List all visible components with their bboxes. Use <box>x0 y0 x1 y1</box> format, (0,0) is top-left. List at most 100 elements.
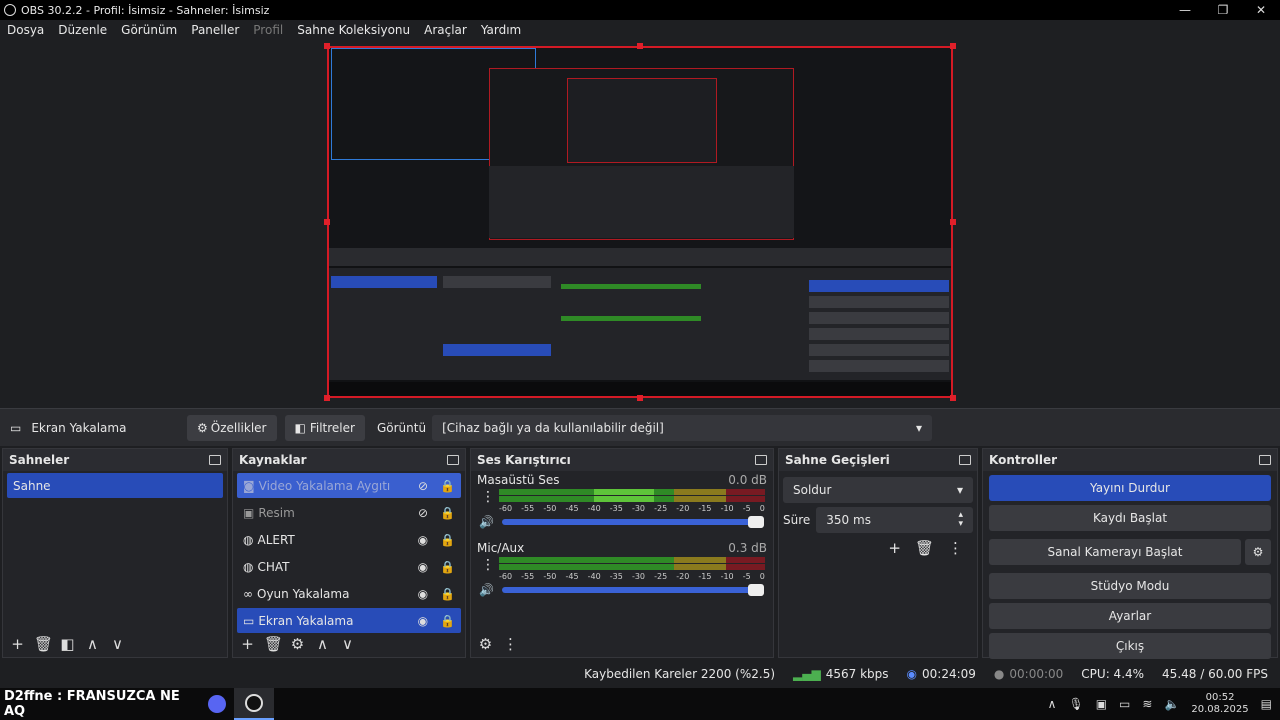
taskbar: D2ffne : FRANSUZCA NE AQ ∧ 🎙 ▣ ▭ ≋ 🔈 00:… <box>0 688 1280 720</box>
screen-icon[interactable]: ▣ <box>1096 697 1107 711</box>
trash-icon[interactable]: 🗑 <box>264 635 283 653</box>
studio-mode-button[interactable]: Stüdyo Modu <box>989 573 1271 599</box>
source-item[interactable]: ▣ Resim ⊘ 🔒 <box>237 500 461 525</box>
volume-meter: -60 -55 -50 -45 -40 -35 -30 -25 -20 -15 -10 -5 0 <box>499 557 765 581</box>
kebab-menu-icon[interactable]: ⋮ <box>502 635 519 653</box>
battery-icon[interactable]: ▭ <box>1119 697 1130 711</box>
volume-slider[interactable] <box>501 584 764 596</box>
lock-icon[interactable]: 🔒 <box>440 587 455 601</box>
kebab-menu-icon[interactable]: ⋮ <box>477 489 499 505</box>
undock-icon[interactable] <box>209 455 221 465</box>
maximize-button[interactable]: ❐ <box>1204 0 1242 20</box>
display-label: Görüntü <box>376 420 427 435</box>
source-item[interactable]: ◍ ALERT ◉ 🔒 <box>237 527 461 552</box>
exit-button[interactable]: Çıkış <box>989 633 1271 659</box>
settings-button[interactable]: Ayarlar <box>989 603 1271 629</box>
menu-yardim[interactable]: Yardım <box>481 23 521 37</box>
obs-taskbar-icon[interactable] <box>234 688 274 720</box>
close-button[interactable]: ✕ <box>1242 0 1280 20</box>
eye-hidden-icon[interactable]: ⊘ <box>418 506 428 520</box>
undock-icon[interactable] <box>447 455 459 465</box>
channel-level: 0.0 dB <box>728 473 767 487</box>
volume-icon[interactable]: 🔈 <box>1164 697 1179 711</box>
undock-icon[interactable] <box>959 455 971 465</box>
speaker-icon[interactable]: 🔊 <box>479 583 494 597</box>
undock-icon[interactable] <box>1259 455 1271 465</box>
microphone-icon[interactable]: 🎙 <box>1068 697 1083 711</box>
channel-name: Mic/Aux <box>477 541 525 555</box>
add-icon[interactable]: + <box>9 635 26 653</box>
arrow-down-icon[interactable]: ∨ <box>339 635 356 653</box>
browser-icon: ◍ <box>243 559 254 574</box>
lock-icon[interactable]: 🔒 <box>440 560 455 574</box>
menu-dosya[interactable]: Dosya <box>7 23 44 37</box>
start-record-button[interactable]: Kaydı Başlat <box>989 505 1271 531</box>
wifi-icon[interactable]: ≋ <box>1142 697 1152 711</box>
discord-icon[interactable] <box>200 688 234 720</box>
eye-icon[interactable]: ◉ <box>418 614 428 628</box>
eye-icon[interactable]: ◉ <box>418 533 428 547</box>
add-icon[interactable]: + <box>239 635 256 653</box>
filter-icon[interactable]: ◧ <box>59 635 76 653</box>
menu-paneller[interactable]: Paneller <box>191 23 239 37</box>
arrow-down-icon[interactable]: ∨ <box>109 635 126 653</box>
display-select[interactable]: [Cihaz bağlı ya da kullanılabilir değil]… <box>432 414 933 441</box>
filters-button[interactable]: ◧ Filtreler <box>284 414 365 441</box>
menu-gorunum[interactable]: Görünüm <box>121 23 177 37</box>
gear-icon[interactable]: ⚙ <box>289 635 306 653</box>
trash-icon[interactable]: 🗑 <box>915 539 934 557</box>
transition-select[interactable]: Soldur ▾ <box>783 477 973 503</box>
advanced-audio-gear-icon[interactable]: ⚙ <box>477 635 494 653</box>
menu-araclar[interactable]: Araçlar <box>424 23 467 37</box>
minimize-button[interactable]: — <box>1166 0 1204 20</box>
source-toolbar: ▭ Ekran Yakalama ⚙ Özellikler ◧ Filtrele… <box>0 408 1280 446</box>
lock-icon[interactable]: 🔒 <box>440 533 455 547</box>
spin-arrows-icon[interactable]: ▴ ▾ <box>958 511 963 529</box>
dropped-frames: Kaybedilen Kareler 2200 (%2.5) <box>584 667 776 681</box>
taskbar-pinned-app[interactable]: D2ffne : FRANSUZCA NE AQ <box>0 688 200 720</box>
volume-slider[interactable] <box>501 516 764 528</box>
preview-area[interactable] <box>0 40 1280 408</box>
add-icon[interactable]: + <box>888 539 901 557</box>
eye-hidden-icon[interactable]: ⊘ <box>418 479 428 493</box>
menu-sahne-koleksiyonu[interactable]: Sahne Koleksiyonu <box>297 23 410 37</box>
undock-icon[interactable] <box>755 455 767 465</box>
source-item[interactable]: ▭ Ekran Yakalama ◉ 🔒 <box>237 608 461 633</box>
transitions-dock: Sahne Geçişleri Soldur ▾ Süre 350 ms ▴ ▾ + … <box>778 448 978 658</box>
properties-button[interactable]: ⚙ Özellikler <box>187 414 277 441</box>
clock[interactable]: 00:52 20.08.2025 <box>1191 692 1248 716</box>
source-item[interactable]: ◍ CHAT ◉ 🔒 <box>237 554 461 579</box>
bitrate: 4567 kbps <box>825 667 889 681</box>
eye-icon[interactable]: ◉ <box>418 587 428 601</box>
stop-stream-button[interactable]: Yayını Durdur <box>989 475 1271 501</box>
kebab-menu-icon[interactable]: ⋮ <box>948 539 963 557</box>
eye-icon[interactable]: ◉ <box>418 560 428 574</box>
duration-spinbox[interactable]: 350 ms ▴ ▾ <box>816 507 973 533</box>
lock-icon[interactable]: 🔒 <box>440 614 455 628</box>
menu-bar: Dosya Düzenle Görünüm Paneller Profil Sa… <box>0 20 1280 40</box>
start-virtual-camera-button[interactable]: Sanal Kamerayı Başlat <box>989 539 1241 565</box>
chevron-up-icon[interactable]: ∧ <box>1048 697 1057 711</box>
trash-icon[interactable]: 🗑 <box>34 635 53 653</box>
gamepad-icon: ∞ <box>243 586 253 601</box>
selected-source-name: Ekran Yakalama <box>31 420 127 435</box>
menu-duzenle[interactable]: Düzenle <box>58 23 107 37</box>
menu-profil[interactable]: Profil <box>253 23 283 37</box>
fps: 45.48 / 60.00 FPS <box>1162 667 1268 681</box>
monitor-icon: ▭ <box>243 613 255 628</box>
arrow-up-icon[interactable]: ∧ <box>314 635 331 653</box>
scenes-title: Sahneler <box>9 453 70 467</box>
source-item[interactable]: ◙ Video Yakalama Aygıtı ⊘ 🔒 <box>237 473 461 498</box>
lock-icon[interactable]: 🔒 <box>440 479 455 493</box>
source-item[interactable]: ∞ Oyun Yakalama ◉ 🔒 <box>237 581 461 606</box>
scenes-dock: Sahneler Sahne + 🗑 ◧ ∧ ∨ <box>2 448 228 658</box>
kebab-menu-icon[interactable]: ⋮ <box>477 557 499 573</box>
scene-item[interactable]: Sahne <box>7 473 223 498</box>
gear-icon: ⚙ <box>197 420 208 435</box>
vcam-settings-gear-icon[interactable]: ⚙ <box>1245 539 1271 565</box>
lock-icon[interactable]: 🔒 <box>440 506 455 520</box>
notification-icon[interactable]: ▤ <box>1261 697 1272 711</box>
arrow-up-icon[interactable]: ∧ <box>84 635 101 653</box>
scene-preview[interactable] <box>327 46 953 398</box>
speaker-icon[interactable]: 🔊 <box>479 515 494 529</box>
